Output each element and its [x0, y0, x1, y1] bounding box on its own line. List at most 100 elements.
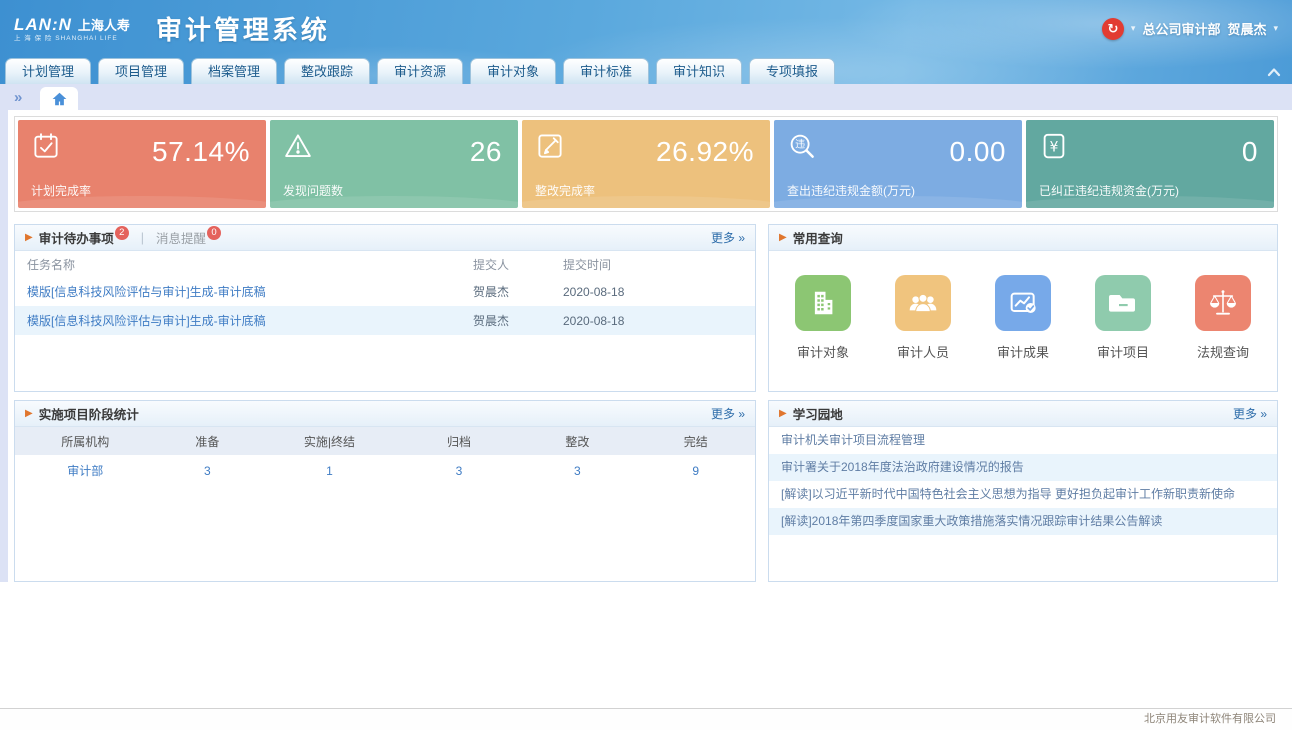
stage-count-link[interactable]: 3	[456, 464, 463, 478]
list-item[interactable]: 审计署关于2018年度法治政府建设情况的报告	[769, 454, 1277, 481]
refresh-icon[interactable]: ↻	[1102, 18, 1124, 40]
panel-arrow-icon: ▶	[779, 408, 787, 419]
breadcrumb: »	[0, 84, 1292, 110]
edit-note-icon	[535, 131, 565, 161]
panel-arrow-icon: ▶	[25, 408, 33, 419]
stat-label: 计划完成率	[31, 182, 91, 199]
todo-time: 2020-08-18	[563, 285, 673, 299]
todo-submitter: 贺晨杰	[473, 283, 563, 300]
column-submit-time: 提交时间	[563, 256, 673, 273]
chevron-down-icon[interactable]: ▾	[1273, 23, 1278, 34]
stat-card-violation-amount: 违 0.00 查出违纪违规金额(万元)	[774, 120, 1022, 208]
stat-card-rectification-completion: 26.92% 整改完成率	[522, 120, 770, 208]
yuan-icon: ¥	[1039, 131, 1069, 161]
panel-arrow-icon: ▶	[779, 232, 787, 243]
tab-audit-standards[interactable]: 审计标准	[563, 58, 649, 84]
message-reminder-tab[interactable]: 消息提醒	[156, 228, 206, 247]
todo-submitter: 贺晨杰	[473, 312, 563, 329]
company-logo: LAN:N 上海人寿 上 海 保 险 SHANGHAI LIFE	[14, 16, 130, 43]
svg-text:¥: ¥	[1050, 140, 1059, 156]
tab-plan-management[interactable]: 计划管理	[5, 58, 91, 84]
query-audit-personnel[interactable]: 审计人员	[895, 275, 951, 361]
home-icon	[52, 92, 67, 106]
panel-learning-corner: ▶ 学习园地 更多 » 审计机关审计项目流程管理 审计署关于2018年度法治政府…	[768, 400, 1278, 582]
column-archive: 归档	[400, 433, 518, 450]
stage-more-link[interactable]: 更多 »	[711, 405, 745, 422]
stat-label: 发现问题数	[283, 182, 343, 199]
scales-icon	[1207, 287, 1239, 319]
stat-value: 0.00	[950, 136, 1007, 168]
dashboard: 57.14% 计划完成率 26 发现问题数 26.92% 整改完成率	[0, 110, 1292, 582]
stage-count-link[interactable]: 1	[326, 464, 333, 478]
tab-project-management[interactable]: 项目管理	[98, 58, 184, 84]
panel-audit-todo: ▶ 审计待办事项2 | 消息提醒0 更多 » 任务名称 提交人 提交时间 模版[…	[14, 224, 756, 392]
app-footer: 北京用友审计软件有限公司	[0, 708, 1292, 730]
warning-icon	[283, 131, 313, 161]
todo-table-header: 任务名称 提交人 提交时间	[15, 251, 755, 277]
stat-value: 26	[470, 136, 502, 168]
list-item[interactable]: [解读]2018年第四季度国家重大政策措施落实情况跟踪审计结果公告解读	[769, 508, 1277, 535]
learning-panel-title: 学习园地	[793, 404, 843, 423]
building-icon	[808, 288, 838, 318]
column-submitter: 提交人	[473, 256, 563, 273]
stat-card-plan-completion: 57.14% 计划完成率	[18, 120, 266, 208]
tab-special-reporting[interactable]: 专项填报	[749, 58, 835, 84]
stage-count-link[interactable]: 9	[692, 464, 699, 478]
todo-time: 2020-08-18	[563, 314, 673, 328]
tab-audit-resources[interactable]: 审计资源	[377, 58, 463, 84]
expand-icon[interactable]: »	[8, 86, 28, 110]
tab-rectification-tracking[interactable]: 整改跟踪	[284, 58, 370, 84]
query-label: 审计成果	[997, 342, 1049, 361]
todo-more-link[interactable]: 更多 »	[711, 229, 745, 246]
stat-card-problems-found: 26 发现问题数	[270, 120, 518, 208]
violation-search-icon: 违	[787, 131, 817, 161]
stage-count-link[interactable]: 3	[204, 464, 211, 478]
table-row: 模版[信息科技风险评估与审计]生成-审计底稿 贺晨杰 2020-08-18	[15, 306, 755, 335]
list-item[interactable]: 审计机关审计项目流程管理	[769, 427, 1277, 454]
list-item[interactable]: [解读]以习近平新时代中国特色社会主义思想为指导 更好担负起审计工作新职责新使命	[769, 481, 1277, 508]
query-panel-title: 常用查询	[793, 228, 843, 247]
column-prepare: 准备	[156, 433, 260, 450]
stat-cards: 57.14% 计划完成率 26 发现问题数 26.92% 整改完成率	[14, 116, 1278, 212]
query-audit-projects[interactable]: 审计项目	[1095, 275, 1151, 361]
app-header: LAN:N 上海人寿 上 海 保 险 SHANGHAI LIFE 审计管理系统 …	[0, 0, 1292, 84]
stat-value: 57.14%	[152, 136, 250, 168]
query-label: 审计对象	[797, 342, 849, 361]
stage-table-header: 所属机构 准备 实施|终结 归档 整改 完结	[15, 427, 755, 455]
tab-home[interactable]	[40, 87, 78, 110]
logo-company-name: 上海人寿	[78, 19, 130, 32]
user-name[interactable]: 贺晨杰	[1227, 19, 1266, 38]
user-department[interactable]: 总公司审计部	[1142, 19, 1220, 38]
todo-tab[interactable]: 审计待办事项	[39, 228, 114, 247]
column-implement: 实施|终结	[259, 433, 400, 450]
stage-count-link[interactable]: 3	[574, 464, 581, 478]
learning-more-link[interactable]: 更多 »	[1233, 405, 1267, 422]
query-regulations[interactable]: 法规查询	[1195, 275, 1251, 361]
stat-label: 整改完成率	[535, 182, 595, 199]
query-label: 审计项目	[1097, 342, 1149, 361]
page-title: 审计管理系统	[156, 10, 330, 47]
logo-wordmark: LAN:N	[14, 16, 72, 33]
footer-company: 北京用友审计软件有限公司	[1144, 713, 1276, 725]
column-task-name: 任务名称	[27, 256, 473, 273]
query-label: 审计人员	[897, 342, 949, 361]
tab-archive-management[interactable]: 档案管理	[191, 58, 277, 84]
stat-value: 0	[1242, 136, 1258, 168]
column-finish: 完结	[637, 433, 755, 450]
logo-subtitle: 上 海 保 险 SHANGHAI LIFE	[14, 36, 130, 43]
stage-org-link[interactable]: 审计部	[67, 464, 103, 478]
message-count-badge: 0	[207, 226, 221, 240]
tab-audit-objects[interactable]: 审计对象	[470, 58, 556, 84]
todo-task-link[interactable]: 模版[信息科技风险评估与审计]生成-审计底稿	[27, 314, 266, 328]
todo-task-link[interactable]: 模版[信息科技风险评估与审计]生成-审计底稿	[27, 285, 266, 299]
tab-audit-knowledge[interactable]: 审计知识	[656, 58, 742, 84]
query-audit-objects[interactable]: 审计对象	[795, 275, 851, 361]
main-nav: 计划管理 项目管理 档案管理 整改跟踪 审计资源 审计对象 审计标准 审计知识 …	[0, 57, 1292, 84]
query-audit-results[interactable]: 审计成果	[995, 275, 1051, 361]
column-organization: 所属机构	[15, 433, 156, 450]
panel-stage-statistics: ▶ 实施项目阶段统计 更多 » 所属机构 准备 实施|终结 归档 整改 完结 审…	[14, 400, 756, 582]
stat-card-corrected-funds: ¥ 0 已纠正违纪违规资金(万元)	[1026, 120, 1274, 208]
people-icon	[907, 287, 939, 319]
chevron-down-icon[interactable]: ▾	[1131, 23, 1136, 34]
chevron-up-icon[interactable]	[1266, 66, 1282, 78]
